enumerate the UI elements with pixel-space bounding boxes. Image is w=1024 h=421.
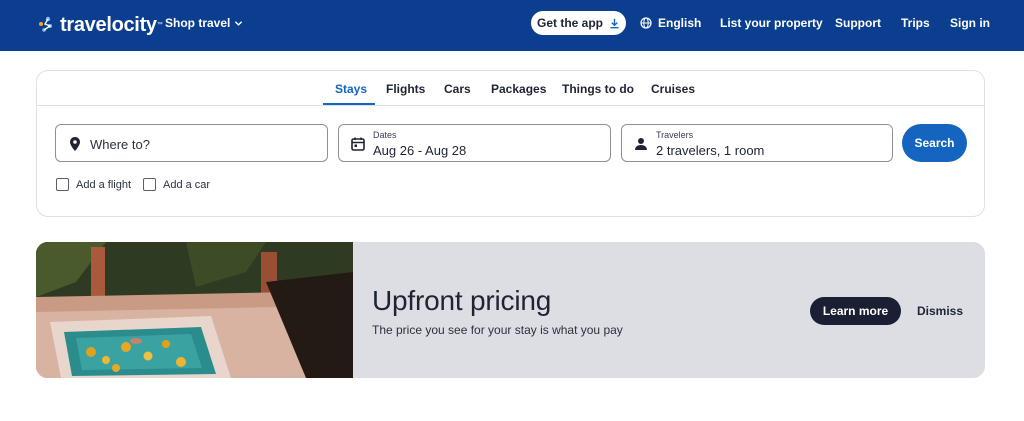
pool-courtyard-image — [36, 242, 353, 378]
location-pin-icon — [70, 137, 80, 151]
get-the-app-label: Get the app — [536, 16, 603, 30]
tab-stays[interactable]: Stays — [335, 82, 367, 96]
sign-in-link[interactable]: Sign in — [950, 16, 990, 30]
language-label: English — [658, 16, 702, 30]
logo-text: travelocity — [60, 13, 157, 36]
dates-value: Aug 26 - Aug 28 — [373, 143, 467, 158]
add-car-label: Add a car — [163, 178, 211, 191]
travelers-label: Travelers — [656, 130, 694, 140]
dates-label: Dates — [373, 130, 397, 140]
sign-in-label: Sign in — [950, 16, 990, 30]
checkbox-box[interactable] — [143, 178, 156, 191]
trips-label: Trips — [901, 16, 930, 30]
learn-more-button[interactable]: Learn more — [810, 297, 901, 325]
top-header: travelocity ™ Shop travel Get the app Eng… — [0, 0, 1024, 51]
dismiss-button[interactable]: Dismiss — [917, 304, 963, 318]
promo-title: Upfront pricing — [372, 285, 552, 316]
logo-trademark: ™ — [156, 22, 163, 28]
list-property-label: List your property — [720, 16, 823, 30]
tab-flights[interactable]: Flights — [386, 82, 425, 96]
download-icon — [610, 18, 619, 28]
star-icon — [39, 16, 52, 32]
travelocity-logo[interactable]: travelocity ™ — [36, 10, 163, 40]
tab-cruises[interactable]: Cruises — [651, 82, 695, 96]
tab-cars[interactable]: Cars — [444, 82, 471, 96]
upfront-pricing-banner: Upfront pricing The price you see for yo… — [36, 242, 985, 378]
tab-packages[interactable]: Packages — [491, 82, 546, 96]
travelers-field[interactable]: Travelers 2 travelers, 1 room — [621, 124, 893, 162]
calendar-icon — [351, 137, 365, 151]
add-car-checkbox[interactable]: Add a car — [143, 178, 210, 191]
tab-things-to-do[interactable]: Things to do — [562, 82, 634, 96]
language-selector[interactable]: English — [640, 16, 701, 30]
trips-link[interactable]: Trips — [901, 16, 930, 30]
checkbox-box[interactable] — [56, 178, 69, 191]
destination-placeholder: Where to? — [90, 137, 150, 152]
shop-travel-menu[interactable]: Shop travel — [165, 16, 243, 30]
promo-subtitle: The price you see for your stay is what … — [372, 323, 623, 337]
chevron-down-icon — [235, 20, 243, 26]
globe-icon — [640, 17, 652, 29]
support-label: Support — [835, 16, 881, 30]
support-link[interactable]: Support — [835, 16, 881, 30]
active-tab-indicator — [323, 103, 375, 105]
travelers-value: 2 travelers, 1 room — [656, 143, 765, 158]
search-button[interactable]: Search — [902, 124, 967, 162]
get-the-app-button[interactable]: Get the app — [531, 11, 626, 35]
add-flight-label: Add a flight — [76, 178, 132, 191]
destination-field[interactable]: Where to? — [55, 124, 328, 162]
list-your-property-link[interactable]: List your property — [720, 16, 823, 30]
dates-field[interactable]: Dates Aug 26 - Aug 28 — [338, 124, 611, 162]
add-flight-checkbox[interactable]: Add a flight — [56, 178, 131, 191]
search-form-card: Stays Flights Cars Packages Things to do… — [36, 70, 985, 217]
product-tabs: Stays Flights Cars Packages Things to do… — [37, 71, 984, 106]
shop-travel-label: Shop travel — [165, 16, 231, 30]
person-icon — [635, 138, 647, 150]
